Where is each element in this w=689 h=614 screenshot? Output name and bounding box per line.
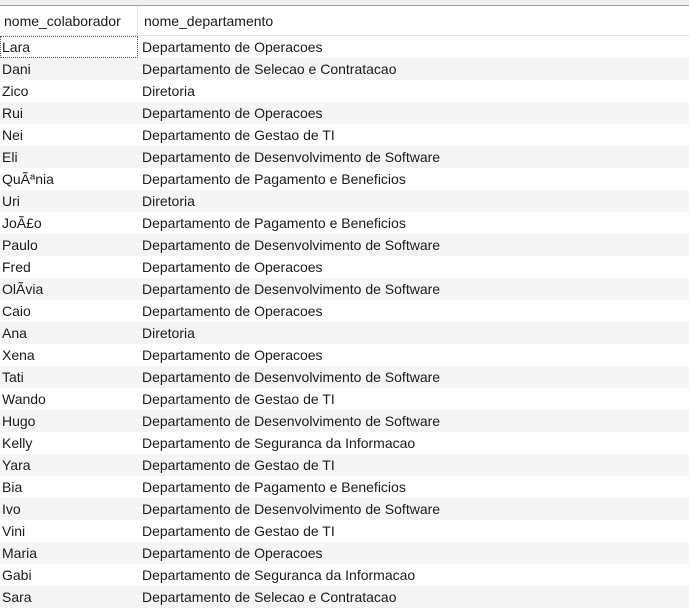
cell-nome-colaborador[interactable]: Maria (0, 542, 138, 564)
cell-nome-departamento[interactable]: Departamento de Pagamento e Beneficios (138, 476, 689, 498)
cell-nome-colaborador[interactable]: Dani (0, 58, 138, 80)
cell-nome-departamento[interactable]: Departamento de Operacoes (138, 542, 689, 564)
cell-nome-colaborador[interactable]: Wando (0, 388, 138, 410)
cell-nome-departamento[interactable]: Departamento de Desenvolvimento de Softw… (138, 146, 689, 168)
cell-nome-departamento[interactable]: Departamento de Selecao e Contratacao (138, 58, 689, 80)
table-row[interactable]: Zico Diretoria (0, 80, 689, 102)
table-row[interactable]: Dani Departamento de Selecao e Contrataca… (0, 58, 689, 80)
cell-nome-departamento[interactable]: Departamento de Desenvolvimento de Softw… (138, 278, 689, 300)
results-grid[interactable]: nome_colaborador nome_departamento Lara D… (0, 6, 689, 608)
cell-nome-departamento[interactable]: Departamento de Operacoes (138, 300, 689, 322)
column-header-nome-colaborador[interactable]: nome_colaborador (0, 6, 138, 35)
table-row[interactable]: Bia Departamento de Pagamento e Beneficio… (0, 476, 689, 498)
cell-nome-departamento[interactable]: Departamento de Gestao de TI (138, 520, 689, 542)
cell-nome-departamento[interactable]: Departamento de Desenvolvimento de Softw… (138, 366, 689, 388)
cell-nome-departamento[interactable]: Departamento de Gestao de TI (138, 388, 689, 410)
cell-nome-colaborador[interactable]: Yara (0, 454, 138, 476)
cell-nome-departamento[interactable]: Departamento de Gestao de TI (138, 124, 689, 146)
cell-nome-departamento[interactable]: Departamento de Pagamento e Beneficios (138, 168, 689, 190)
cell-nome-departamento[interactable]: Departamento de Operacoes (138, 344, 689, 366)
cell-nome-departamento[interactable]: Diretoria (138, 322, 689, 344)
cell-nome-departamento[interactable]: Departamento de Pagamento e Beneficios (138, 212, 689, 234)
cell-nome-colaborador[interactable]: Lara (0, 36, 138, 58)
table-row[interactable]: Yara Departamento de Gestao de TI (0, 454, 689, 476)
table-row[interactable]: Maria Departamento de Operacoes (0, 542, 689, 564)
table-row[interactable]: Xena Departamento de Operacoes (0, 344, 689, 366)
table-row[interactable]: Fred Departamento de Operacoes (0, 256, 689, 278)
cell-nome-colaborador[interactable]: Ivo (0, 498, 138, 520)
cell-nome-colaborador[interactable]: Tati (0, 366, 138, 388)
cell-nome-colaborador[interactable]: Ana (0, 322, 138, 344)
table-row[interactable]: Lara Departamento de Operacoes (0, 36, 689, 58)
cell-nome-colaborador[interactable]: Rui (0, 102, 138, 124)
cell-nome-departamento[interactable]: Departamento de Seguranca da Informacao (138, 432, 689, 454)
cell-nome-colaborador[interactable]: Gabi (0, 564, 138, 586)
cell-nome-departamento[interactable]: Departamento de Gestao de TI (138, 454, 689, 476)
cell-nome-colaborador[interactable]: Zico (0, 80, 138, 102)
cell-nome-departamento[interactable]: Diretoria (138, 80, 689, 102)
table-row[interactable]: Caio Departamento de Operacoes (0, 300, 689, 322)
table-row[interactable]: QuÃªnia Departamento de Pagamento e Benef… (0, 168, 689, 190)
table-row[interactable]: Sara Departamento de Selecao e Contrataca… (0, 586, 689, 608)
table-row[interactable]: Eli Departamento de Desenvolvimento de So… (0, 146, 689, 168)
table-row[interactable]: Kelly Departamento de Seguranca da Inform… (0, 432, 689, 454)
table-row[interactable]: OlÃ­via Departamento de Desenvolvimento d… (0, 278, 689, 300)
cell-nome-colaborador[interactable]: Uri (0, 190, 138, 212)
cell-nome-colaborador[interactable]: Nei (0, 124, 138, 146)
table-row[interactable]: JoÃ£o Departamento de Pagamento e Benefic… (0, 212, 689, 234)
cell-nome-departamento[interactable]: Departamento de Desenvolvimento de Softw… (138, 234, 689, 256)
table-row[interactable]: Wando Departamento de Gestao de TI (0, 388, 689, 410)
cell-nome-departamento[interactable]: Departamento de Desenvolvimento de Softw… (138, 498, 689, 520)
cell-nome-colaborador[interactable]: Caio (0, 300, 138, 322)
grid-body: Lara Departamento de Operacoes Dani Departa… (0, 36, 689, 608)
cell-nome-colaborador[interactable]: Sara (0, 586, 138, 608)
cell-nome-departamento[interactable]: Departamento de Operacoes (138, 36, 689, 58)
table-row[interactable]: Hugo Departamento de Desenvolvimento de S… (0, 410, 689, 432)
cell-nome-departamento[interactable]: Departamento de Operacoes (138, 256, 689, 278)
cell-nome-colaborador[interactable]: Eli (0, 146, 138, 168)
table-row[interactable]: Ana Diretoria (0, 322, 689, 344)
cell-nome-colaborador[interactable]: JoÃ£o (0, 212, 138, 234)
table-row[interactable]: Paulo Departamento de Desenvolvimento de … (0, 234, 689, 256)
table-row[interactable]: Gabi Departamento de Seguranca da Informa… (0, 564, 689, 586)
cell-nome-colaborador[interactable]: Fred (0, 256, 138, 278)
cell-nome-departamento[interactable]: Departamento de Selecao e Contratacao (138, 586, 689, 608)
cell-nome-departamento[interactable]: Diretoria (138, 190, 689, 212)
table-row[interactable]: Uri Diretoria (0, 190, 689, 212)
cell-nome-colaborador[interactable]: Bia (0, 476, 138, 498)
grid-header-row: nome_colaborador nome_departamento (0, 6, 689, 36)
table-row[interactable]: Nei Departamento de Gestao de TI (0, 124, 689, 146)
table-row[interactable]: Rui Departamento de Operacoes (0, 102, 689, 124)
cell-nome-colaborador[interactable]: Hugo (0, 410, 138, 432)
cell-nome-departamento[interactable]: Departamento de Operacoes (138, 102, 689, 124)
column-header-nome-departamento[interactable]: nome_departamento (138, 6, 689, 35)
cell-nome-departamento[interactable]: Departamento de Desenvolvimento de Softw… (138, 410, 689, 432)
cell-nome-colaborador[interactable]: Vini (0, 520, 138, 542)
cell-nome-colaborador[interactable]: QuÃªnia (0, 168, 138, 190)
cell-nome-colaborador[interactable]: Xena (0, 344, 138, 366)
table-row[interactable]: Ivo Departamento de Desenvolvimento de So… (0, 498, 689, 520)
cell-nome-colaborador[interactable]: Kelly (0, 432, 138, 454)
table-row[interactable]: Vini Departamento de Gestao de TI (0, 520, 689, 542)
cell-nome-departamento[interactable]: Departamento de Seguranca da Informacao (138, 564, 689, 586)
cell-nome-colaborador[interactable]: OlÃ­via (0, 278, 138, 300)
cell-nome-colaborador[interactable]: Paulo (0, 234, 138, 256)
table-row[interactable]: Tati Departamento de Desenvolvimento de S… (0, 366, 689, 388)
